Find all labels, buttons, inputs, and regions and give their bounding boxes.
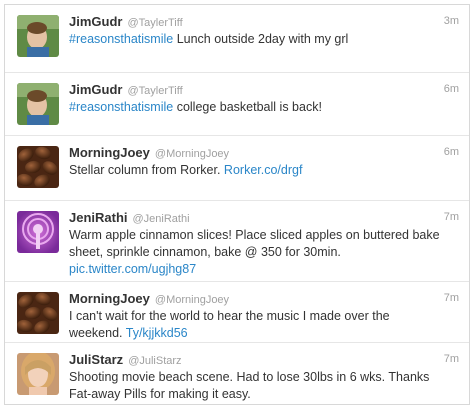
tweet-author-handle[interactable]: @JeniRathi [133, 213, 190, 225]
tweet-text: Stellar column from Rorker. Rorker.co/dr… [69, 162, 441, 179]
tweet-timestamp[interactable]: 7m [444, 209, 459, 226]
tweet-author-name[interactable]: MorningJoey [69, 145, 150, 160]
tweet-item[interactable]: MorningJoey @MorningJoey I can't wait for… [5, 282, 469, 343]
child-photo-avatar[interactable] [17, 83, 59, 125]
tweet-timestamp[interactable]: 6m [444, 81, 459, 98]
tweet-item[interactable]: JeniRathi @JeniRathi Warm apple cinnamon … [5, 201, 469, 282]
tweet-item[interactable]: JimGudr @TaylerTiff #reasonsthatismile co… [5, 73, 469, 136]
tweet-link[interactable]: Rorker.co/drgf [224, 163, 303, 177]
tweet-item[interactable]: MorningJoey @MorningJoey Stellar column f… [5, 136, 469, 201]
tweet-timeline: JimGudr @TaylerTiff #reasonsthatismile Lu… [4, 4, 470, 405]
tweet-text: #reasonsthatismile Lunch outside 2day wi… [69, 31, 441, 48]
child-photo-avatar[interactable] [17, 15, 59, 57]
tweet-author-handle[interactable]: @MorningJoey [155, 294, 229, 306]
tweet-body: college basketball is back! [173, 100, 322, 114]
tweet-timestamp[interactable]: 6m [444, 144, 459, 161]
tweet-text: #reasonsthatismile college basketball is… [69, 99, 441, 116]
tweet-timestamp[interactable]: 7m [444, 290, 459, 307]
tweet-author-name[interactable]: JimGudr [69, 82, 122, 97]
tweet-author-name[interactable]: JuliStarz [69, 352, 123, 367]
tweet-link[interactable]: Ty/kjjkkd56 [126, 326, 188, 340]
tweet-author-name[interactable]: MorningJoey [69, 291, 150, 306]
tweet-item[interactable]: JuliStarz @JuliStarz Shooting movie beach… [5, 343, 469, 405]
tweet-hashtag[interactable]: #reasonsthatismile [69, 100, 173, 114]
coffee-beans-avatar[interactable] [17, 146, 59, 188]
tweet-author-handle[interactable]: @TaylerTiff [127, 17, 182, 29]
tweet-body: Lunch outside 2day with my grl [173, 32, 349, 46]
tweet-timestamp[interactable]: 3m [444, 13, 459, 30]
tweet-text: Shooting movie beach scene. Had to lose … [69, 369, 441, 403]
tweet-author-handle[interactable]: @MorningJoey [155, 148, 229, 160]
tweet-body: Stellar column from Rorker. [69, 163, 224, 177]
coffee-beans-avatar[interactable] [17, 292, 59, 334]
tweet-body: I can't wait for the world to hear the m… [69, 309, 390, 340]
tweet-author-name[interactable]: JimGudr [69, 14, 122, 29]
tweet-body: Warm apple cinnamon slices! Place sliced… [69, 228, 440, 259]
tweet-author-handle[interactable]: @JuliStarz [128, 355, 181, 367]
tweet-text: I can't wait for the world to hear the m… [69, 308, 441, 342]
tweet-hashtag[interactable]: #reasonsthatismile [69, 32, 173, 46]
tweet-item[interactable]: JimGudr @TaylerTiff #reasonsthatismile Lu… [5, 5, 469, 73]
podcast-avatar[interactable] [17, 211, 59, 253]
tweet-body: Shooting movie beach scene. Had to lose … [69, 370, 430, 401]
tweet-timestamp[interactable]: 7m [444, 351, 459, 368]
tweet-text: Warm apple cinnamon slices! Place sliced… [69, 227, 441, 278]
woman-photo-avatar[interactable] [17, 353, 59, 395]
tweet-author-name[interactable]: JeniRathi [69, 210, 128, 225]
tweet-link[interactable]: pic.twitter.com/ugjhg87 [69, 262, 196, 276]
tweet-author-handle[interactable]: @TaylerTiff [127, 85, 182, 97]
